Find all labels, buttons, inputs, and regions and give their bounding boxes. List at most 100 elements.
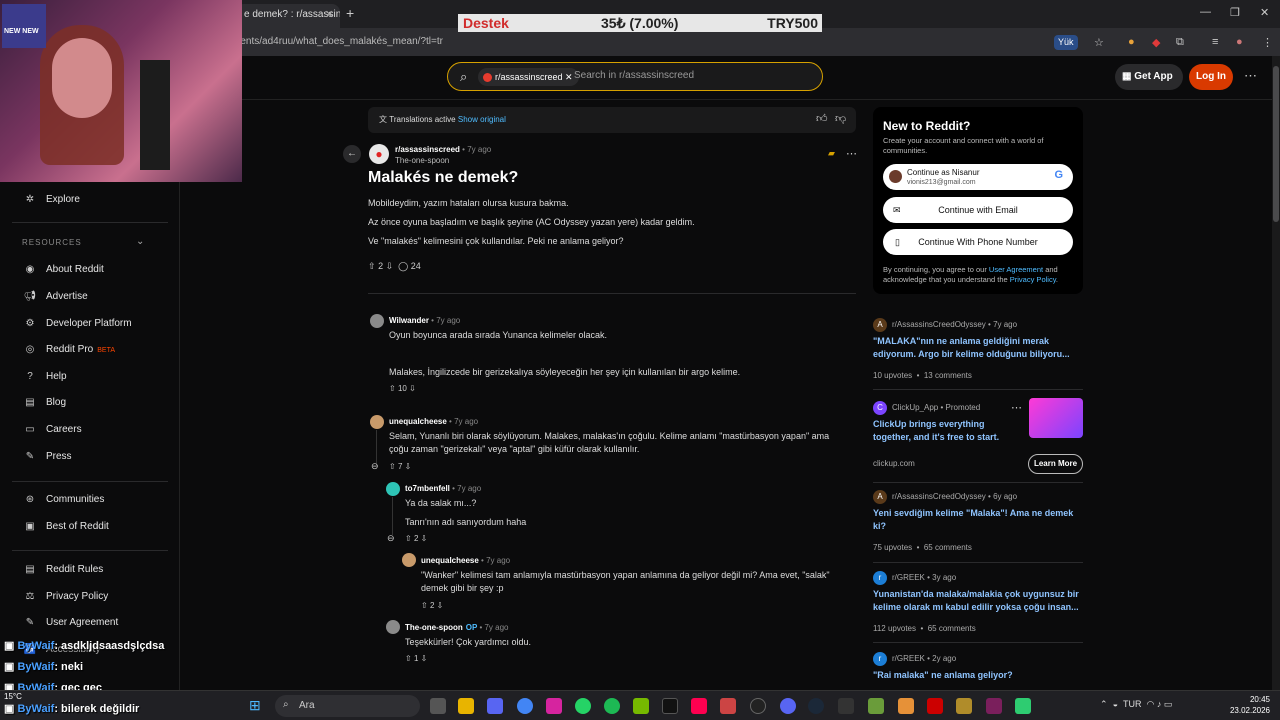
tiktok-icon[interactable]: [662, 698, 678, 714]
username[interactable]: to7mbenfell: [405, 484, 450, 493]
related-sub[interactable]: r r/GREEK • 2y ago: [873, 652, 956, 666]
related-title[interactable]: "MALAKA"nın ne anlama geldiğini merak ed…: [873, 335, 1083, 361]
back-button[interactable]: ←: [343, 145, 361, 163]
username[interactable]: The-one-spoon: [405, 623, 463, 632]
continue-with-phone-button[interactable]: ▯ Continue With Phone Number: [883, 229, 1073, 255]
thumbs-down-icon[interactable]: 👎︎: [835, 112, 846, 125]
upvote-icon[interactable]: ⇧: [389, 462, 396, 471]
task-view-icon[interactable]: [430, 698, 446, 714]
upvote-icon[interactable]: ⇧: [405, 654, 412, 663]
comment-count[interactable]: 24: [411, 261, 421, 271]
downvote-icon[interactable]: ⇩: [421, 654, 428, 663]
minimize-icon[interactable]: —: [1200, 6, 1211, 18]
thumbs-up-icon[interactable]: 👍︎: [816, 112, 828, 125]
subreddit-name[interactable]: r/assassinscreed: [395, 145, 460, 154]
username[interactable]: unequalcheese: [421, 556, 479, 565]
browser-tab[interactable]: e demek? : r/assassin ✕: [236, 4, 340, 28]
volume-icon[interactable]: ♪: [1157, 699, 1162, 709]
sidebar-item-about-reddit[interactable]: ◉ About Reddit: [22, 264, 104, 275]
bookmark-star-icon[interactable]: ☆: [1094, 36, 1104, 49]
language-indicator[interactable]: TUR: [1123, 699, 1142, 709]
learn-more-button[interactable]: Learn More: [1028, 454, 1083, 474]
sidebar-item-privacy[interactable]: ⚖ Privacy Policy: [22, 591, 109, 602]
collapse-icon[interactable]: ⊖: [387, 533, 395, 544]
downvote-icon[interactable]: ⇩: [405, 462, 412, 471]
sidebar-item-advertise[interactable]: 📢︎ Advertise: [22, 291, 88, 302]
avatar[interactable]: [370, 415, 384, 429]
extension-icon[interactable]: ◆: [1152, 36, 1160, 49]
promoted-title[interactable]: ClickUp brings everything together, and …: [873, 418, 1013, 444]
downvote-icon[interactable]: ⇩: [421, 534, 428, 543]
whatsapp-icon[interactable]: [575, 698, 591, 714]
upvote-icon[interactable]: ⇧: [389, 384, 396, 393]
discord-icon[interactable]: [487, 698, 503, 714]
sidebar-item-best-of[interactable]: ▣ Best of Reddit: [22, 521, 109, 532]
chrome-icon[interactable]: [517, 698, 533, 714]
sidebar-item-communities[interactable]: ⊛ Communities: [22, 494, 105, 505]
comment-author[interactable]: The-one-spoon OP • 7y ago: [405, 623, 509, 632]
chevron-down-icon[interactable]: ⌄: [136, 236, 144, 247]
app-icon[interactable]: [986, 698, 1002, 714]
sidebar-item-explore[interactable]: ✲ Explore: [22, 194, 80, 205]
resources-heading[interactable]: RESOURCES: [22, 238, 82, 247]
instagram-icon[interactable]: [546, 698, 562, 714]
more-options-icon[interactable]: ⋯: [1244, 68, 1257, 84]
comment-author[interactable]: unequalcheese • 7y ago: [421, 556, 510, 565]
translate-extension-button[interactable]: Yük: [1054, 35, 1078, 50]
windows-start-icon[interactable]: ⊞: [249, 697, 265, 713]
advertiser-name[interactable]: ClickUp_App: [892, 403, 938, 412]
app-icon[interactable]: [956, 698, 972, 714]
subreddit-search-chip[interactable]: r/assassinscreed ✕: [478, 68, 579, 86]
related-sub[interactable]: Ar/AssassinsCreedOdyssey • 7y ago: [873, 318, 1017, 332]
extension-icon[interactable]: ●: [1128, 36, 1135, 48]
promoted-sub[interactable]: C ClickUp_App • Promoted: [873, 401, 980, 415]
upvote-icon[interactable]: ⇧: [368, 261, 376, 271]
related-title[interactable]: "Rai malaka" ne anlama geliyor?: [873, 669, 1083, 682]
more-options-icon[interactable]: ⋯: [1011, 401, 1022, 414]
avatar[interactable]: [402, 553, 416, 567]
app-icon[interactable]: [898, 698, 914, 714]
continue-with-email-button[interactable]: ✉ Continue with Email: [883, 197, 1073, 223]
profile-avatar[interactable]: ●: [1236, 36, 1243, 48]
subreddit-name[interactable]: r/AssassinsCreedOdyssey: [892, 492, 986, 501]
reading-list-icon[interactable]: ≡: [1212, 36, 1218, 48]
sidebar-item-reddit-pro[interactable]: ◎ Reddit Pro BETA: [22, 344, 115, 355]
subreddit-avatar[interactable]: ●: [369, 144, 389, 164]
wifi-icon[interactable]: ◠: [1147, 699, 1155, 709]
upvote-icon[interactable]: ⇧: [405, 534, 412, 543]
app-icon[interactable]: [720, 698, 736, 714]
scrollbar-thumb[interactable]: [1273, 66, 1279, 222]
sidebar-item-press[interactable]: ✎ Press: [22, 451, 72, 462]
post-author[interactable]: The-one-spoon: [395, 156, 449, 165]
post-more-icon[interactable]: ⋯: [846, 147, 857, 160]
related-sub[interactable]: Ar/AssassinsCreedOdyssey • 6y ago: [873, 490, 1017, 504]
show-original-link[interactable]: Show original: [458, 115, 506, 124]
get-app-button[interactable]: ▦ Get App: [1115, 64, 1183, 90]
chevron-up-icon[interactable]: ⌃: [1100, 699, 1108, 709]
search-input[interactable]: Search in r/assassinscreed: [574, 70, 694, 81]
avatar[interactable]: [386, 620, 400, 634]
avatar[interactable]: [370, 314, 384, 328]
battery-icon[interactable]: ▭: [1164, 699, 1173, 709]
collapse-icon[interactable]: ⊖: [371, 461, 379, 472]
sidebar-item-blog[interactable]: ▤ Blog: [22, 397, 66, 408]
continue-with-google-button[interactable]: Continue as Nisanur vionis213@gmail.com …: [883, 164, 1073, 190]
avatar[interactable]: [386, 482, 400, 496]
comment-author[interactable]: to7mbenfell • 7y ago: [405, 484, 481, 493]
steam-icon[interactable]: [808, 698, 824, 714]
comment-icon[interactable]: ◯: [398, 261, 408, 271]
extensions-puzzle-icon[interactable]: ⧉: [1176, 36, 1184, 49]
app-icon[interactable]: [1015, 698, 1031, 714]
network-icon[interactable]: ◒: [1113, 699, 1118, 709]
related-title[interactable]: Yunanistan'da malaka/malakia çok uygunsu…: [873, 588, 1083, 614]
sidebar-item-help[interactable]: ? Help: [22, 371, 66, 382]
sidebar-item-user-agreement[interactable]: ✎ User Agreement: [22, 617, 118, 628]
downvote-icon[interactable]: ⇩: [409, 384, 416, 393]
file-explorer-icon[interactable]: [458, 698, 474, 714]
comment-author[interactable]: Wilwander • 7y ago: [389, 316, 460, 325]
post-subreddit[interactable]: r/assassinscreed • 7y ago: [395, 145, 491, 154]
chrome-menu-icon[interactable]: ⋮: [1262, 36, 1273, 49]
subreddit-name[interactable]: r/AssassinsCreedOdyssey: [892, 320, 986, 329]
spotify-icon[interactable]: [604, 698, 620, 714]
downvote-icon[interactable]: ⇩: [386, 261, 394, 271]
